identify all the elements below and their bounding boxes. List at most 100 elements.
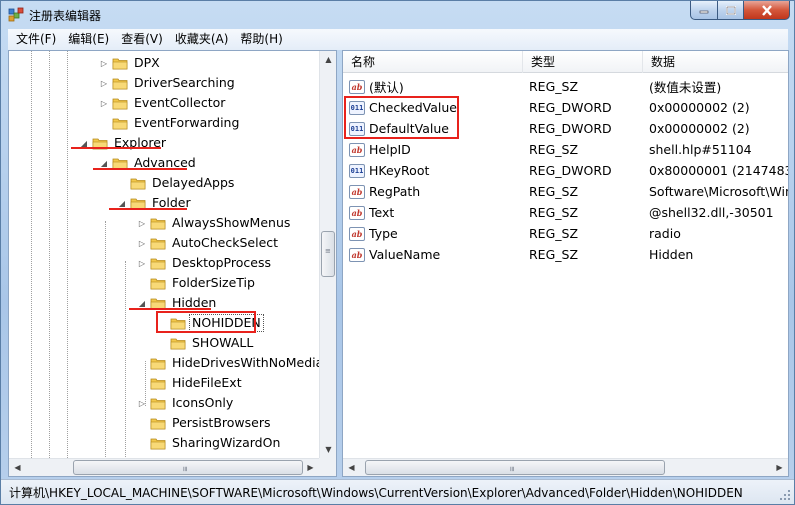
scroll-left-button[interactable]: ◀ bbox=[9, 459, 26, 476]
expand-arrow-icon[interactable]: ▷ bbox=[137, 398, 147, 408]
value-data: @shell32.dll,-30501 bbox=[649, 205, 774, 220]
expand-arrow-icon[interactable]: ▷ bbox=[99, 98, 109, 108]
scroll-down-button[interactable]: ▼ bbox=[320, 441, 336, 458]
value-type: REG_SZ bbox=[529, 184, 579, 199]
menu-edit[interactable]: 编辑(E) bbox=[62, 29, 115, 50]
menu-bar: 文件(F) 编辑(E) 查看(V) 收藏夹(A) 帮助(H) bbox=[8, 29, 788, 50]
tree-item[interactable]: ▷ IconsOnly bbox=[137, 393, 235, 413]
vertical-scroll-thumb[interactable]: ≡ bbox=[321, 231, 335, 277]
tree-item-label: IconsOnly bbox=[172, 395, 234, 410]
expand-arrow-icon[interactable]: ▷ bbox=[99, 78, 109, 88]
value-name: HKeyRoot bbox=[369, 163, 430, 178]
arrow-up-icon: ▲ bbox=[325, 55, 332, 64]
tree-item[interactable]: HideDrivesWithNoMedia bbox=[137, 353, 320, 373]
menu-help[interactable]: 帮助(H) bbox=[234, 29, 288, 50]
arrow-left-icon: ◀ bbox=[14, 463, 21, 472]
registry-app-icon bbox=[8, 7, 24, 22]
horizontal-scroll-thumb[interactable]: ≡ bbox=[73, 460, 303, 475]
tree-item-label: DriverSearching bbox=[134, 75, 235, 90]
value-name-cell: ab HelpID bbox=[343, 142, 523, 157]
value-name-cell: ab RegPath bbox=[343, 184, 523, 199]
collapse-arrow-icon[interactable]: ◢ bbox=[137, 298, 147, 308]
menu-file[interactable]: 文件(F) bbox=[10, 29, 62, 50]
close-button[interactable] bbox=[744, 1, 790, 20]
folder-icon bbox=[112, 98, 128, 110]
tree-vertical-scrollbar[interactable]: ▲ ≡ ▼ bbox=[319, 51, 336, 458]
column-type-header[interactable]: 类型 bbox=[523, 51, 643, 73]
expand-arrow-icon[interactable]: ▷ bbox=[137, 238, 147, 248]
folder-icon bbox=[150, 418, 166, 430]
list-item[interactable]: ab ValueName REG_SZ Hidden bbox=[343, 244, 788, 265]
column-data-header[interactable]: 数据 bbox=[643, 51, 788, 73]
string-value-icon: ab bbox=[349, 247, 365, 262]
tree-item-label: FolderSizeTip bbox=[172, 275, 255, 290]
value-type: REG_SZ bbox=[529, 79, 579, 94]
tree-item[interactable]: DelayedApps bbox=[117, 173, 236, 193]
folder-icon bbox=[112, 78, 128, 90]
tree-item[interactable]: ▷ EventCollector bbox=[99, 93, 227, 113]
tree-item-label: DPX bbox=[134, 55, 160, 70]
tree-item[interactable]: ▷ AlwaysShowMenus bbox=[137, 213, 292, 233]
status-path: 计算机\HKEY_LOCAL_MACHINE\SOFTWARE\Microsof… bbox=[9, 485, 743, 500]
title-bar[interactable]: 注册表编辑器 bbox=[1, 1, 794, 29]
list-item[interactable]: ab Text REG_SZ @shell32.dll,-30501 bbox=[343, 202, 788, 223]
tree-item[interactable]: SHOWALL bbox=[157, 333, 255, 353]
expand-arrow-icon[interactable]: ▷ bbox=[137, 258, 147, 268]
value-type: REG_SZ bbox=[529, 247, 579, 262]
menu-favorites[interactable]: 收藏夹(A) bbox=[169, 29, 235, 50]
tree-horizontal-scrollbar[interactable]: ◀ ≡ ▶ bbox=[9, 458, 319, 476]
scroll-left-button[interactable]: ◀ bbox=[343, 459, 360, 476]
annotation-box-nohidden bbox=[156, 311, 256, 333]
value-name: HelpID bbox=[369, 142, 411, 157]
tree-item[interactable]: PersistBrowsers bbox=[137, 413, 273, 433]
tree-item[interactable]: SharingWizardOn bbox=[137, 433, 282, 453]
tree-item-label: PersistBrowsers bbox=[172, 415, 271, 430]
arrow-right-icon: ▶ bbox=[307, 463, 314, 472]
collapse-arrow-icon[interactable]: ◢ bbox=[99, 158, 109, 168]
list-item[interactable]: ab RegPath REG_SZ Software\Microsoft\Window… bbox=[343, 181, 788, 202]
maximize-button[interactable] bbox=[718, 1, 744, 20]
value-name: (默认) bbox=[369, 80, 404, 95]
tree-item[interactable]: HideFileExt bbox=[137, 373, 244, 393]
expand-arrow-icon[interactable]: ▷ bbox=[137, 218, 147, 228]
tree-item[interactable]: EventForwarding bbox=[99, 113, 241, 133]
resize-grip-icon[interactable] bbox=[779, 489, 791, 501]
minimize-button[interactable] bbox=[690, 1, 718, 20]
list-horizontal-scrollbar[interactable]: ◀ ≡ ▶ bbox=[343, 458, 788, 476]
value-name-cell: ab (默认) bbox=[343, 77, 523, 96]
tree-item[interactable]: ◢ Explorer bbox=[79, 133, 168, 153]
scroll-corner bbox=[319, 458, 336, 476]
registry-tree-pane[interactable]: ▷ DPX ▷ DriverSearching ▷ EventCollector Event… bbox=[8, 50, 337, 477]
list-item[interactable]: ab Type REG_SZ radio bbox=[343, 223, 788, 244]
tree-item[interactable]: ▷ DriverSearching bbox=[99, 73, 237, 93]
scroll-right-button[interactable]: ▶ bbox=[302, 459, 319, 476]
minimize-icon bbox=[699, 10, 709, 14]
menu-view[interactable]: 查看(V) bbox=[115, 29, 169, 50]
column-name-header[interactable]: 名称 bbox=[343, 51, 523, 73]
tree-item[interactable]: ◢ Advanced bbox=[99, 153, 198, 173]
list-item[interactable]: ab HelpID REG_SZ shell.hlp#51104 bbox=[343, 139, 788, 160]
value-data: Software\Microsoft\Windows bbox=[649, 184, 788, 199]
list-item[interactable]: ab (默认) REG_SZ (数值未设置) bbox=[343, 76, 788, 97]
string-value-icon: ab bbox=[349, 79, 365, 94]
tree-item[interactable]: ◢ Folder bbox=[117, 193, 193, 213]
list-item[interactable]: 011 HKeyRoot REG_DWORD 0x80000001 (21474836… bbox=[343, 160, 788, 181]
tree-item[interactable]: ▷ DPX bbox=[99, 53, 162, 73]
tree-item-label: AlwaysShowMenus bbox=[172, 215, 291, 230]
arrow-down-icon: ▼ bbox=[325, 445, 332, 454]
folder-icon bbox=[112, 118, 128, 130]
tree-item[interactable]: ▷ DesktopProcess bbox=[137, 253, 273, 273]
expand-arrow-icon[interactable]: ▷ bbox=[99, 58, 109, 68]
close-icon bbox=[761, 4, 772, 16]
tree-item-label: HideFileExt bbox=[172, 375, 242, 390]
horizontal-scroll-thumb[interactable]: ≡ bbox=[365, 460, 665, 475]
tree-item[interactable]: ◢ Hidden bbox=[137, 293, 218, 313]
value-data: shell.hlp#51104 bbox=[649, 142, 752, 157]
scroll-right-button[interactable]: ▶ bbox=[771, 459, 788, 476]
tree-item[interactable]: ▷ AutoCheckSelect bbox=[137, 233, 280, 253]
folder-icon bbox=[150, 278, 166, 290]
tree-item[interactable]: FolderSizeTip bbox=[137, 273, 257, 293]
collapse-arrow-icon[interactable]: ◢ bbox=[117, 198, 127, 208]
scroll-up-button[interactable]: ▲ bbox=[320, 51, 336, 68]
